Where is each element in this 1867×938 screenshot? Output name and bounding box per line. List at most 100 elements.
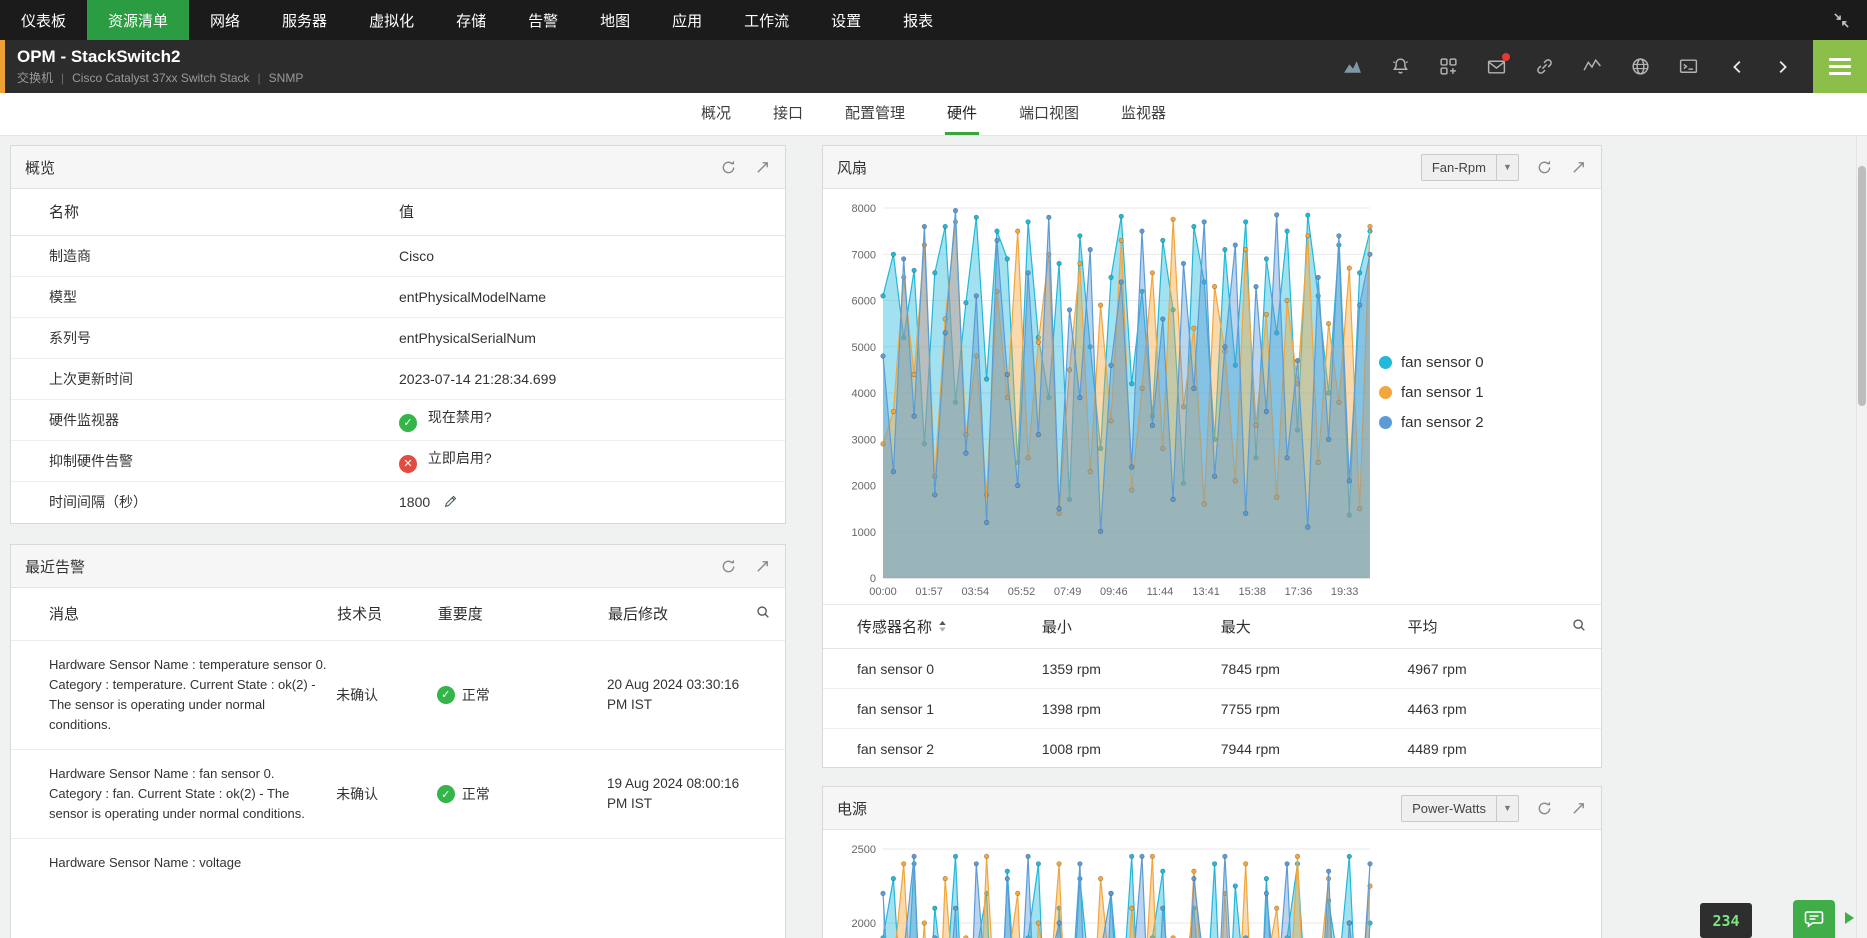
- cross-circle-icon: ✕: [399, 455, 417, 473]
- accent-bar: [0, 40, 5, 93]
- globe-icon[interactable]: [1630, 56, 1651, 77]
- nav-item-network[interactable]: 网络: [189, 0, 261, 40]
- table-row: 时间间隔（秒） 1800: [11, 481, 785, 522]
- tab-hardware[interactable]: 硬件: [945, 93, 979, 135]
- vertical-scrollbar: [1856, 136, 1867, 938]
- alarm-message: Hardware Sensor Name : temperature senso…: [49, 655, 328, 736]
- svg-text:01:57: 01:57: [915, 586, 943, 598]
- caret-down-icon: ▼: [1496, 155, 1518, 180]
- sensor-avg: 4463 rpm: [1406, 689, 1569, 729]
- fan-card: 风扇 Fan-Rpm ▼ 010002000300040005000600070…: [822, 145, 1602, 768]
- prop-name: 硬件监视器: [11, 399, 398, 440]
- prop-name: 上次更新时间: [11, 358, 398, 399]
- svg-text:11:44: 11:44: [1147, 586, 1174, 598]
- tab-overview[interactable]: 概况: [699, 93, 733, 135]
- legend-item[interactable]: fan sensor 0: [1379, 354, 1484, 371]
- search-icon[interactable]: [1571, 617, 1587, 633]
- nav-item-inventory[interactable]: 资源清单: [87, 0, 189, 40]
- nav-item-reports[interactable]: 报表: [882, 0, 954, 40]
- table-row: 制造商 Cisco: [11, 235, 785, 276]
- prop-value: ✓ 现在禁用?: [398, 399, 785, 440]
- slideout-arrow-icon[interactable]: [1845, 912, 1854, 924]
- refresh-icon[interactable]: [720, 159, 737, 176]
- legend-item[interactable]: fan sensor 1: [1379, 384, 1484, 401]
- chevron-left-icon[interactable]: [1729, 58, 1747, 76]
- fan-chart: 01000200030004000500060007000800000:0001…: [833, 194, 1378, 619]
- chevron-right-icon[interactable]: [1773, 58, 1791, 76]
- refresh-icon[interactable]: [1536, 800, 1553, 817]
- prop-value: entPhysicalModelName: [398, 276, 785, 317]
- power-metric-select[interactable]: Power-Watts ▼: [1401, 795, 1519, 822]
- device-header: OPM - StackSwitch2 交换机 | Cisco Catalyst …: [0, 40, 1867, 93]
- col-header-min: 最小: [1041, 605, 1220, 649]
- nav-item-maps[interactable]: 地图: [579, 0, 651, 40]
- table-row: 抑制硬件告警 ✕ 立即启用?: [11, 440, 785, 481]
- col-header-modified: 最后修改: [607, 588, 754, 640]
- link-icon[interactable]: [1534, 56, 1555, 77]
- card-title: 风扇: [837, 157, 867, 178]
- interval-value: 1800: [399, 494, 430, 510]
- terminal-icon[interactable]: [1678, 56, 1699, 77]
- overview-table: 名称 值 制造商 Cisco 模型 entPhysicalModelName 系…: [11, 189, 785, 522]
- alarm-severity: ✓正常: [437, 685, 599, 705]
- svg-text:0: 0: [870, 573, 876, 585]
- chart-icon[interactable]: [1342, 56, 1363, 77]
- overview-card: 概览 名称 值 制造商 Cisco 模型 entPhysicalModelNam…: [10, 145, 786, 524]
- mail-icon[interactable]: [1486, 56, 1507, 77]
- alarm-bell-icon[interactable]: [1390, 56, 1411, 77]
- alarm-modified: 20 Aug 2024 03:30:16 PM IST: [607, 675, 746, 716]
- page-title: OPM - StackSwitch2: [17, 47, 303, 67]
- refresh-icon[interactable]: [720, 558, 737, 575]
- edit-icon[interactable]: [443, 494, 458, 509]
- disable-now-link[interactable]: 现在禁用?: [428, 409, 492, 425]
- nav-item-storage[interactable]: 存储: [435, 0, 507, 40]
- expand-icon[interactable]: [754, 159, 771, 176]
- prop-name: 制造商: [11, 235, 398, 276]
- prop-name: 时间间隔（秒）: [11, 481, 398, 522]
- tab-config-management[interactable]: 配置管理: [843, 93, 907, 135]
- sensor-avg: 4489 rpm: [1406, 729, 1569, 769]
- fan-metric-select[interactable]: Fan-Rpm ▼: [1421, 154, 1519, 181]
- alarm-severity: ✓正常: [437, 784, 599, 804]
- nav-item-alarms[interactable]: 告警: [507, 0, 579, 40]
- sensor-name: fan sensor 0: [823, 649, 1041, 689]
- sort-icon[interactable]: [938, 620, 947, 633]
- expand-icon[interactable]: [1570, 159, 1587, 176]
- svg-text:09:46: 09:46: [1100, 586, 1128, 598]
- tab-interfaces[interactable]: 接口: [771, 93, 805, 135]
- expand-icon[interactable]: [1570, 800, 1587, 817]
- device-subtitle: 交换机 | Cisco Catalyst 37xx Switch Stack |…: [17, 69, 303, 86]
- sensor-min: 1359 rpm: [1041, 649, 1220, 689]
- alarm-modified: 19 Aug 2024 08:00:16 PM IST: [607, 774, 746, 815]
- nav-item-virtualization[interactable]: 虚拟化: [348, 0, 435, 40]
- nav-item-apps[interactable]: 应用: [651, 0, 723, 40]
- svg-text:6000: 6000: [852, 296, 876, 308]
- hamburger-menu-button[interactable]: [1813, 40, 1867, 93]
- nav-item-dashboard[interactable]: 仪表板: [0, 0, 87, 40]
- legend-item[interactable]: fan sensor 2: [1379, 414, 1484, 431]
- refresh-icon[interactable]: [1536, 159, 1553, 176]
- sparkline-icon[interactable]: [1582, 56, 1603, 77]
- alarm-row: Hardware Sensor Name : temperature senso…: [11, 640, 785, 750]
- sensor-avg: 4967 rpm: [1406, 649, 1569, 689]
- tab-port-view[interactable]: 端口视图: [1017, 93, 1081, 135]
- exit-fullscreen-icon[interactable]: [1832, 0, 1851, 40]
- enable-now-link[interactable]: 立即启用?: [428, 450, 492, 466]
- nav-item-servers[interactable]: 服务器: [261, 0, 348, 40]
- chat-button[interactable]: [1793, 900, 1835, 938]
- alarm-counter-widget[interactable]: 234: [1700, 903, 1752, 938]
- alarms-table: 消息 技术员 重要度 最后修改 Hardware Sensor Name : t…: [11, 588, 785, 888]
- svg-text:07:49: 07:49: [1054, 586, 1082, 598]
- widgets-icon[interactable]: [1438, 56, 1459, 77]
- sensor-max: 7845 rpm: [1220, 649, 1407, 689]
- search-icon[interactable]: [755, 604, 771, 620]
- tab-monitors[interactable]: 监视器: [1119, 93, 1168, 135]
- nav-item-settings[interactable]: 设置: [810, 0, 882, 40]
- col-header-avg: 平均: [1406, 605, 1569, 649]
- scrollbar-thumb[interactable]: [1858, 166, 1866, 406]
- unread-badge: [1502, 53, 1510, 61]
- nav-item-workflow[interactable]: 工作流: [723, 0, 810, 40]
- table-row: 系列号 entPhysicalSerialNum: [11, 317, 785, 358]
- svg-text:2000: 2000: [852, 918, 876, 930]
- expand-icon[interactable]: [754, 558, 771, 575]
